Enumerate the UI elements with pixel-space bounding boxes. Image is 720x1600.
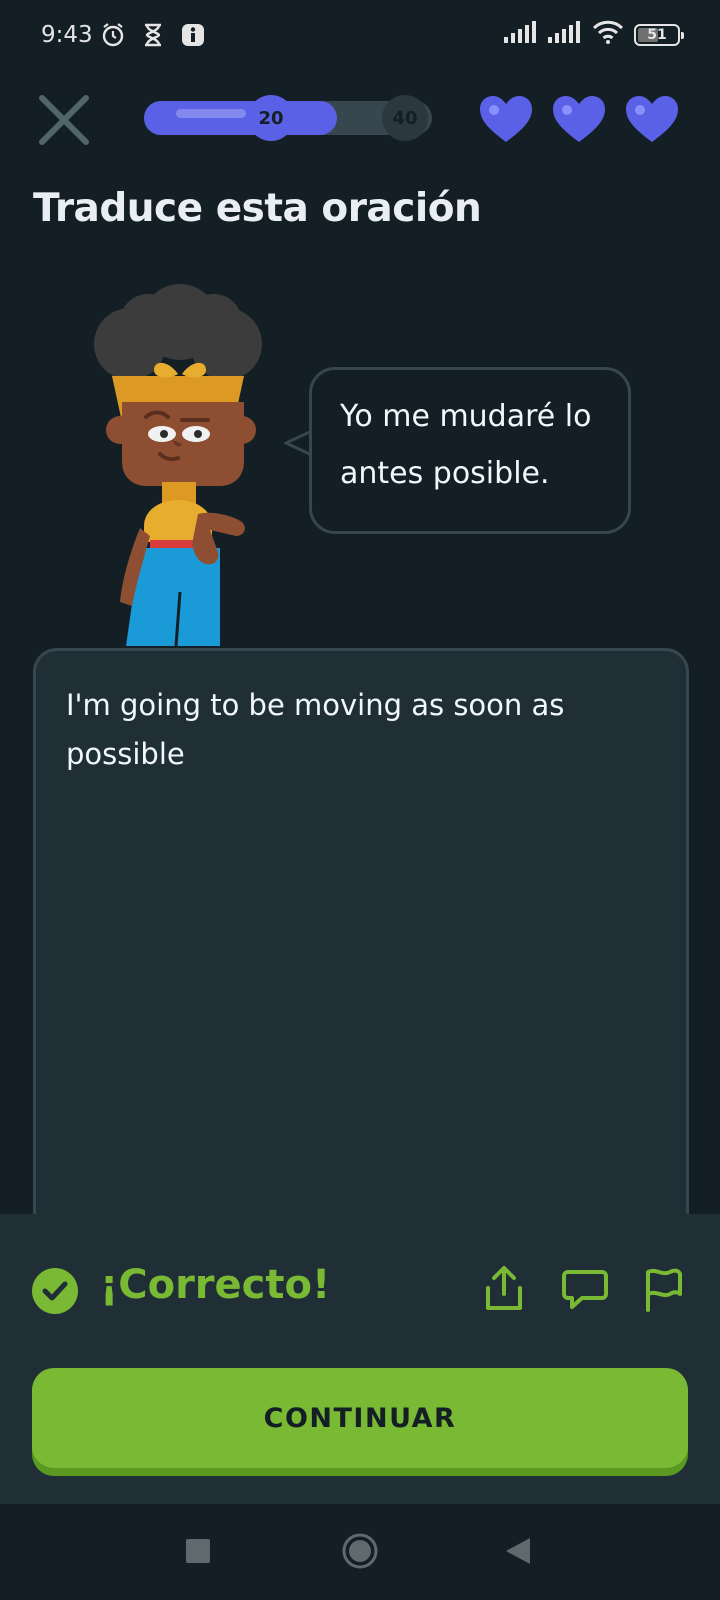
- progress-milestone-next: 40: [382, 95, 428, 141]
- share-icon[interactable]: [480, 1264, 528, 1314]
- recent-apps-button[interactable]: [186, 1539, 210, 1567]
- lesson-progress-bar: 20 40: [144, 95, 432, 141]
- exercise-title: Traduce esta oración: [33, 186, 482, 231]
- battery-level: 51: [647, 27, 667, 43]
- hourglass-icon: [139, 21, 167, 49]
- system-nav-bar: [0, 1504, 720, 1600]
- info-icon: [179, 21, 207, 49]
- circle-icon: [342, 1533, 378, 1569]
- battery-icon: 51: [634, 24, 684, 46]
- character-illustration: [94, 284, 262, 647]
- status-bar: 9:43 51: [0, 0, 720, 70]
- status-left: 9:43: [41, 21, 207, 49]
- comment-icon[interactable]: [560, 1264, 610, 1314]
- report-flag-icon[interactable]: [640, 1264, 686, 1314]
- close-icon: [39, 95, 89, 145]
- home-button[interactable]: [342, 1533, 378, 1573]
- heart-icon[interactable]: [478, 94, 534, 144]
- hearts: [478, 94, 680, 144]
- alarm-icon: [99, 21, 127, 49]
- back-button[interactable]: [506, 1538, 530, 1568]
- square-icon: [186, 1539, 210, 1563]
- feedback-panel: ¡Correcto! CONTINUAR: [0, 1214, 720, 1504]
- continue-button[interactable]: CONTINUAR: [32, 1368, 688, 1468]
- check-icon: [32, 1268, 78, 1314]
- answer-text: I'm going to be moving as soon as possib…: [66, 688, 565, 771]
- signal-icon: [504, 21, 538, 49]
- prompt-sentence: Yo me mudaré lo antes posible.: [340, 399, 592, 491]
- close-button[interactable]: [36, 92, 92, 148]
- progress-milestone-current: 20: [248, 95, 294, 141]
- answer-textarea[interactable]: I'm going to be moving as soon as possib…: [33, 648, 689, 1288]
- prompt-speech-bubble[interactable]: Yo me mudaré lo antes posible.: [309, 367, 631, 534]
- progress-fill: [144, 101, 337, 135]
- signal-icon: [548, 21, 582, 49]
- heart-icon[interactable]: [551, 94, 607, 144]
- wifi-icon: [592, 20, 624, 50]
- heart-icon[interactable]: [624, 94, 680, 144]
- feedback-status: ¡Correcto!: [100, 1262, 331, 1308]
- status-right: 51: [504, 20, 684, 50]
- status-time: 9:43: [41, 22, 93, 48]
- back-triangle-icon: [506, 1538, 530, 1564]
